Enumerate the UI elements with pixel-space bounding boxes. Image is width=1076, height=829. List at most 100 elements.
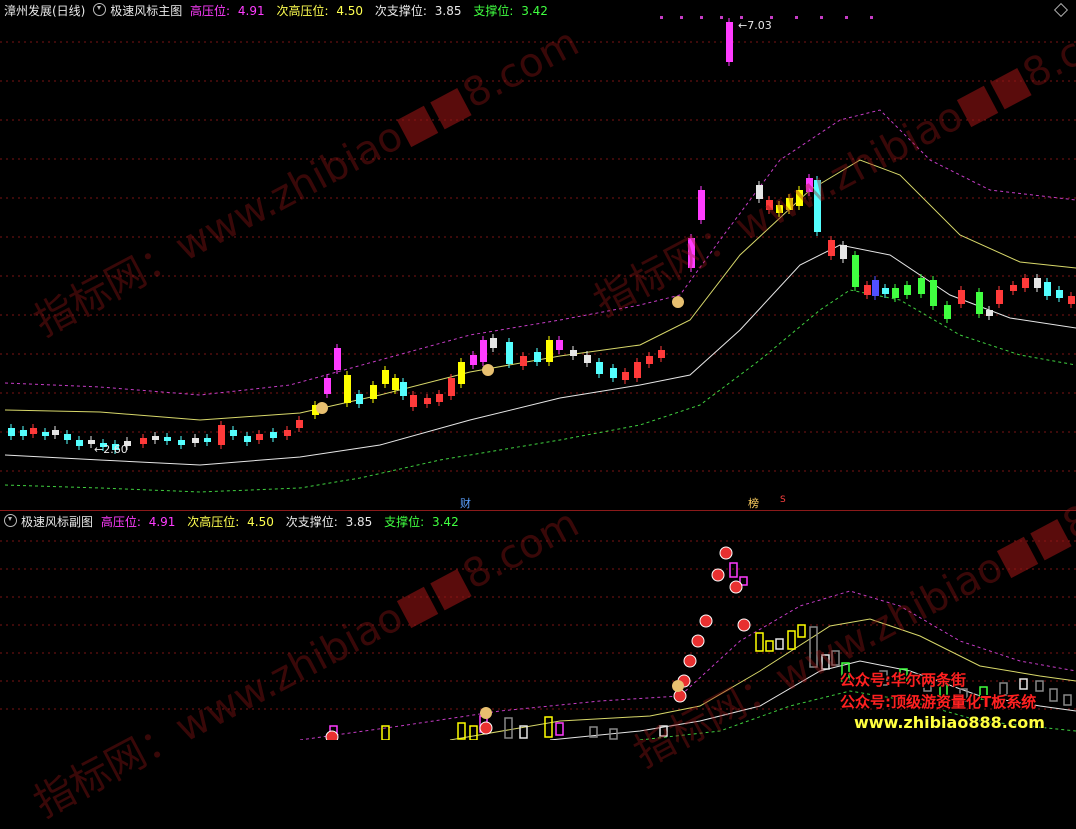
candle-body — [1022, 278, 1029, 288]
marker-s[interactable]: S — [780, 495, 786, 505]
marker-cai[interactable]: 财 — [460, 495, 471, 511]
signal-dot — [700, 16, 703, 19]
candle-body — [470, 355, 477, 365]
money-bag-icon — [672, 680, 684, 692]
candle-body — [410, 395, 417, 407]
sub-candle — [765, 640, 774, 652]
sub-candle — [809, 626, 818, 668]
indicator-toggle-icon[interactable] — [93, 3, 107, 16]
candle-body — [918, 278, 925, 294]
signal-dot — [680, 16, 683, 19]
promo-line-1: 公众号:华尔两条街 — [840, 671, 966, 689]
candle-body — [828, 240, 835, 256]
promo-line-2: 公众号:顶级游资量化T板系统 — [840, 693, 1037, 711]
candle-body — [986, 310, 993, 316]
candle-body — [152, 436, 159, 440]
candle-body — [796, 190, 803, 206]
candle-body — [646, 356, 653, 364]
candle-body — [904, 285, 911, 295]
candle-body — [8, 428, 15, 436]
promo-line-3: www.zhibiao888.com — [854, 713, 1045, 732]
stock-title[interactable]: 漳州发展(日线) — [4, 4, 85, 18]
main-chart-header: 漳州发展(日线) 极速风标主图 高压位: 4.91 次高压位: 4.50 次支撑… — [4, 3, 556, 19]
candle-body — [356, 394, 363, 404]
money-bag-icon — [480, 707, 492, 719]
candle-body — [204, 438, 211, 442]
level-support: 支撑位: 3.42 — [473, 4, 548, 18]
sub-candle — [469, 725, 478, 740]
candle-body — [256, 434, 263, 440]
level-high-pressure: 高压位: 4.91 — [100, 515, 176, 529]
main-chart-canvas[interactable] — [0, 0, 1076, 510]
candle-body — [244, 436, 251, 442]
marker-bang[interactable]: 榜 — [748, 495, 759, 511]
candle-body — [76, 440, 83, 446]
candle-body — [42, 432, 49, 436]
candle-body — [688, 238, 695, 268]
candle-body — [930, 280, 937, 306]
sub-candle — [457, 722, 466, 740]
sub-candle — [1063, 694, 1072, 706]
signal-dot — [660, 16, 663, 19]
candle-body — [490, 338, 497, 348]
candle-body — [296, 420, 303, 428]
red-ball-icon — [673, 689, 687, 703]
candle-body — [570, 350, 577, 356]
candle-body — [520, 356, 527, 366]
candle-body — [806, 178, 813, 192]
candle-body — [400, 382, 407, 396]
indicator-toggle-icon[interactable] — [4, 514, 17, 527]
candle-body — [976, 292, 983, 314]
candle-body — [178, 440, 185, 445]
candle-body — [584, 355, 591, 363]
candle-body — [658, 350, 665, 358]
main-indicator-name[interactable]: 极速风标主图 — [110, 4, 182, 18]
candle-body — [864, 285, 871, 295]
candle-body — [546, 340, 553, 362]
candle-body — [164, 437, 171, 441]
candle-body — [270, 432, 277, 438]
red-ball-icon — [711, 568, 725, 582]
sub-candle — [544, 716, 553, 738]
high-price-label: ←7.03 — [738, 19, 772, 32]
candle-body — [284, 430, 291, 436]
level-high-pressure: 高压位: 4.91 — [190, 4, 265, 18]
signal-dot — [845, 16, 848, 19]
signal-dot — [820, 16, 823, 19]
candle-body — [756, 185, 763, 199]
candle-body — [458, 362, 465, 384]
candle-body — [192, 438, 199, 443]
red-ball-icon — [325, 730, 339, 740]
sub-candle — [775, 638, 784, 650]
red-ball-icon — [683, 654, 697, 668]
candle-body — [1068, 296, 1075, 304]
candle-body — [370, 385, 377, 399]
candle-body — [52, 430, 59, 435]
signal-dot — [720, 16, 723, 19]
money-bag-icon — [316, 402, 328, 414]
candle-body — [596, 362, 603, 374]
money-bag-icon — [482, 364, 494, 376]
candle-body — [814, 180, 821, 232]
sub-chart-pane[interactable]: 指标网：www.zhibiao■■8.com 指标网：www.zhibiao■■… — [0, 450, 1076, 827]
candle-body — [448, 378, 455, 396]
candle-body — [1044, 282, 1051, 296]
candle-body — [140, 438, 147, 444]
candle-body — [622, 372, 629, 380]
candle-body — [958, 290, 965, 304]
candle-body — [382, 370, 389, 384]
candle-body — [218, 425, 225, 445]
candle-body — [852, 255, 859, 287]
red-ball-icon — [737, 618, 751, 632]
candle-body — [480, 340, 487, 362]
money-bag-icon — [672, 296, 684, 308]
main-chart-pane[interactable]: 指标网：www.zhibiao■■8.com 指标网：www.zhibiao■■… — [0, 0, 1076, 511]
sub-indicator-name[interactable]: 极速风标副图 — [21, 515, 93, 529]
sub-candle — [797, 624, 806, 638]
candle-body — [766, 200, 773, 210]
sub-candle — [1035, 680, 1044, 692]
sub-candle — [555, 722, 564, 736]
red-ball-icon — [479, 721, 493, 735]
sub-candle — [755, 632, 764, 652]
support-line — [4, 289, 1076, 493]
